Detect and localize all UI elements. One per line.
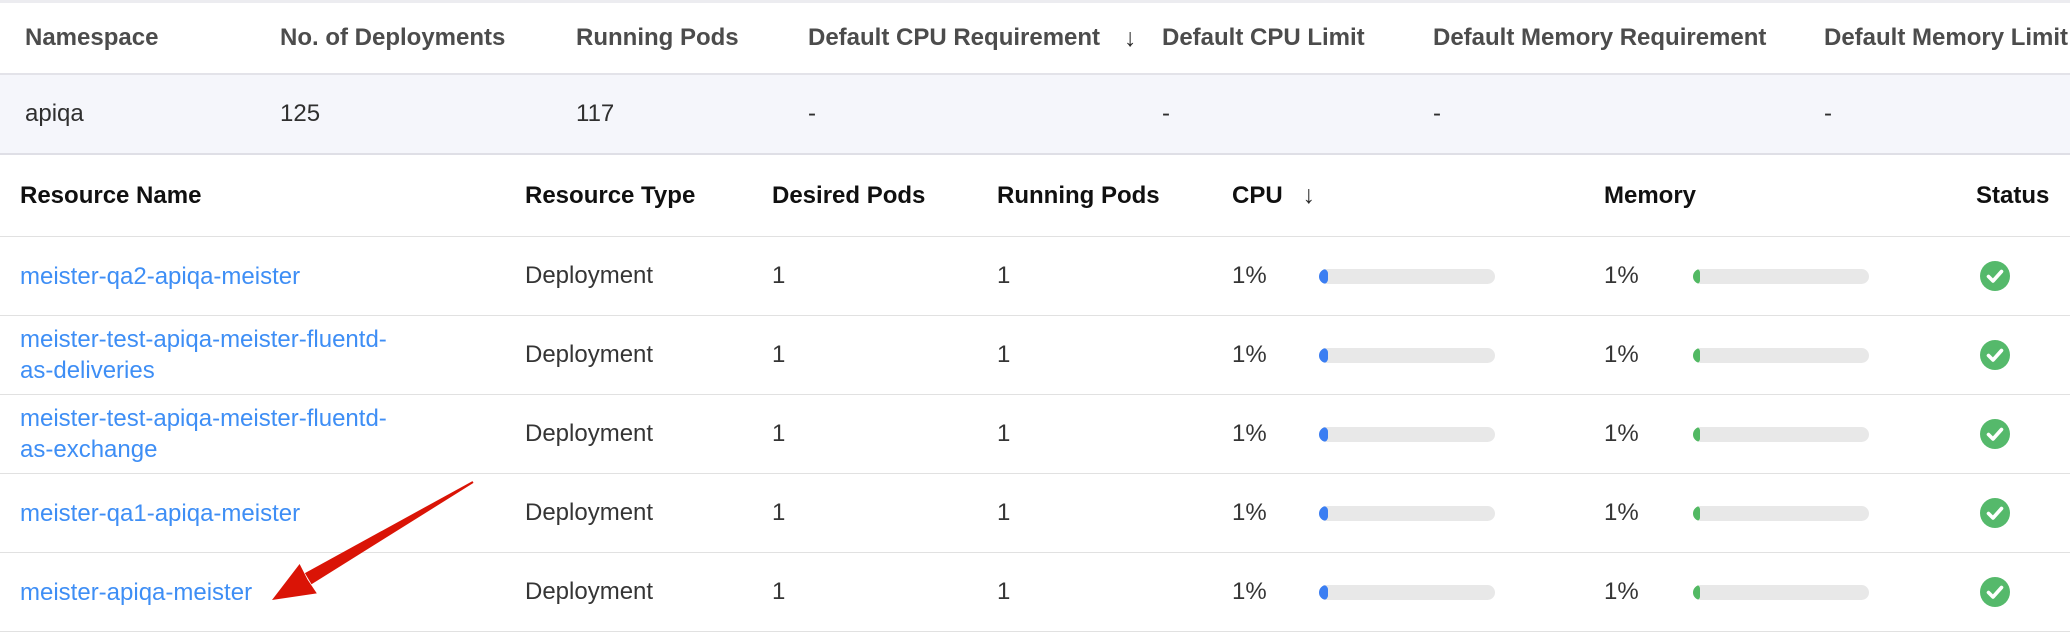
desired-pods-value: 1 <box>772 341 997 369</box>
cpu-usage-bar-fill <box>1319 348 1328 363</box>
resource-type: Deployment <box>525 262 772 290</box>
memory-usage-bar-fill <box>1693 348 1700 363</box>
cpu-usage-bar <box>1319 427 1495 442</box>
cpu-usage-bar <box>1319 348 1495 363</box>
cpu-usage-bar <box>1319 506 1495 521</box>
running-pods-value: 1 <box>997 578 1232 606</box>
column-header-cpu-limit[interactable]: Default CPU Limit <box>1162 24 1433 52</box>
namespace-running-pods-count: 117 <box>576 100 808 128</box>
memory-percent-value: 1% <box>1604 578 1693 606</box>
namespace-name: apiqa <box>0 100 280 128</box>
column-header-deployments[interactable]: No. of Deployments <box>280 24 576 52</box>
resources-table: Resource Name Resource Type Desired Pods… <box>0 155 2070 632</box>
memory-usage-bar <box>1693 506 1869 521</box>
memory-usage-bar-fill <box>1693 506 1700 521</box>
cpu-usage-bar-fill <box>1319 427 1328 442</box>
cpu-usage-bar <box>1319 585 1495 600</box>
column-header-memory[interactable]: Memory <box>1604 182 1976 210</box>
column-header-memory-requirement[interactable]: Default Memory Requirement <box>1433 24 1824 52</box>
table-row: meister-test-apiqa-meister-fluentd-as-ex… <box>0 395 2070 474</box>
table-row: meister-test-apiqa-meister-fluentd-as-de… <box>0 316 2070 395</box>
running-pods-value: 1 <box>997 341 1232 369</box>
sort-descending-icon[interactable]: ↓ <box>1124 24 1137 53</box>
desired-pods-value: 1 <box>772 578 997 606</box>
status-ok-icon <box>1980 340 2010 370</box>
running-pods-value: 1 <box>997 262 1232 290</box>
column-header-resource-name[interactable]: Resource Name <box>0 182 525 210</box>
column-header-cpu[interactable]: CPU ↓ <box>1232 181 1604 210</box>
desired-pods-value: 1 <box>772 499 997 527</box>
cpu-percent-value: 1% <box>1232 420 1319 448</box>
memory-usage-bar-fill <box>1693 427 1700 442</box>
column-header-cpu-label: CPU <box>1232 182 1283 210</box>
cpu-percent-value: 1% <box>1232 341 1319 369</box>
namespace-table-header-row: Namespace No. of Deployments Running Pod… <box>0 0 2070 75</box>
namespace-row[interactable]: apiqa 125 117 - - - - <box>0 75 2070 155</box>
resource-type: Deployment <box>525 420 772 448</box>
resources-table-header-row: Resource Name Resource Type Desired Pods… <box>0 155 2070 237</box>
running-pods-value: 1 <box>997 420 1232 448</box>
cpu-percent-value: 1% <box>1232 578 1319 606</box>
cpu-usage-bar-fill <box>1319 269 1328 284</box>
resource-link-arrow-target[interactable]: meister-apiqa-meister <box>20 577 252 608</box>
table-row: meister-apiqa-meister Deployment 1 1 1% … <box>0 553 2070 632</box>
column-header-resource-type[interactable]: Resource Type <box>525 182 772 210</box>
resource-link[interactable]: meister-qa2-apiqa-meister <box>20 261 300 292</box>
column-header-desired-pods[interactable]: Desired Pods <box>772 182 997 210</box>
status-badge <box>1976 340 2070 370</box>
resource-type: Deployment <box>525 578 772 606</box>
namespace-cpu-requirement-value: - <box>808 100 1162 128</box>
memory-percent-value: 1% <box>1604 341 1693 369</box>
memory-usage-bar <box>1693 427 1869 442</box>
cpu-usage-bar-fill <box>1319 506 1328 521</box>
namespace-detail-view: Namespace No. of Deployments Running Pod… <box>0 0 2070 642</box>
column-header-namespace[interactable]: Namespace <box>0 24 280 52</box>
table-row: meister-qa1-apiqa-meister Deployment 1 1… <box>0 474 2070 553</box>
memory-usage-bar-fill <box>1693 585 1700 600</box>
namespace-cpu-limit-value: - <box>1162 100 1433 128</box>
status-ok-icon <box>1980 419 2010 449</box>
status-ok-icon <box>1980 577 2010 607</box>
status-badge <box>1976 498 2070 528</box>
table-row: meister-qa2-apiqa-meister Deployment 1 1… <box>0 237 2070 316</box>
sort-descending-icon[interactable]: ↓ <box>1303 181 1316 210</box>
namespace-memory-limit-value: - <box>1824 100 2070 128</box>
status-badge <box>1976 261 2070 291</box>
namespace-memory-requirement-value: - <box>1433 100 1824 128</box>
resource-link[interactable]: meister-test-apiqa-meister-fluentd-as-de… <box>20 324 412 386</box>
status-badge <box>1976 577 2070 607</box>
column-header-status[interactable]: Status <box>1976 182 2070 210</box>
namespace-deployments-count: 125 <box>280 100 576 128</box>
column-header-cpu-requirement[interactable]: Default CPU Requirement ↓ <box>808 24 1162 53</box>
column-header-running-pods[interactable]: Running Pods <box>997 182 1232 210</box>
resource-link[interactable]: meister-qa1-apiqa-meister <box>20 498 300 529</box>
cpu-usage-bar <box>1319 269 1495 284</box>
namespace-summary-table: Namespace No. of Deployments Running Pod… <box>0 0 2070 155</box>
cpu-percent-value: 1% <box>1232 262 1319 290</box>
column-header-cpu-requirement-label: Default CPU Requirement <box>808 24 1100 52</box>
status-ok-icon <box>1980 498 2010 528</box>
memory-percent-value: 1% <box>1604 499 1693 527</box>
status-badge <box>1976 419 2070 449</box>
resource-type: Deployment <box>525 341 772 369</box>
column-header-running-pods[interactable]: Running Pods <box>576 24 808 52</box>
desired-pods-value: 1 <box>772 262 997 290</box>
desired-pods-value: 1 <box>772 420 997 448</box>
memory-usage-bar <box>1693 585 1869 600</box>
cpu-percent-value: 1% <box>1232 499 1319 527</box>
column-header-memory-limit[interactable]: Default Memory Limit <box>1824 24 2070 52</box>
memory-usage-bar-fill <box>1693 269 1700 284</box>
memory-percent-value: 1% <box>1604 420 1693 448</box>
cpu-usage-bar-fill <box>1319 585 1328 600</box>
memory-usage-bar <box>1693 269 1869 284</box>
memory-percent-value: 1% <box>1604 262 1693 290</box>
status-ok-icon <box>1980 261 2010 291</box>
resource-type: Deployment <box>525 499 772 527</box>
resource-link[interactable]: meister-test-apiqa-meister-fluentd-as-ex… <box>20 403 412 465</box>
memory-usage-bar <box>1693 348 1869 363</box>
running-pods-value: 1 <box>997 499 1232 527</box>
